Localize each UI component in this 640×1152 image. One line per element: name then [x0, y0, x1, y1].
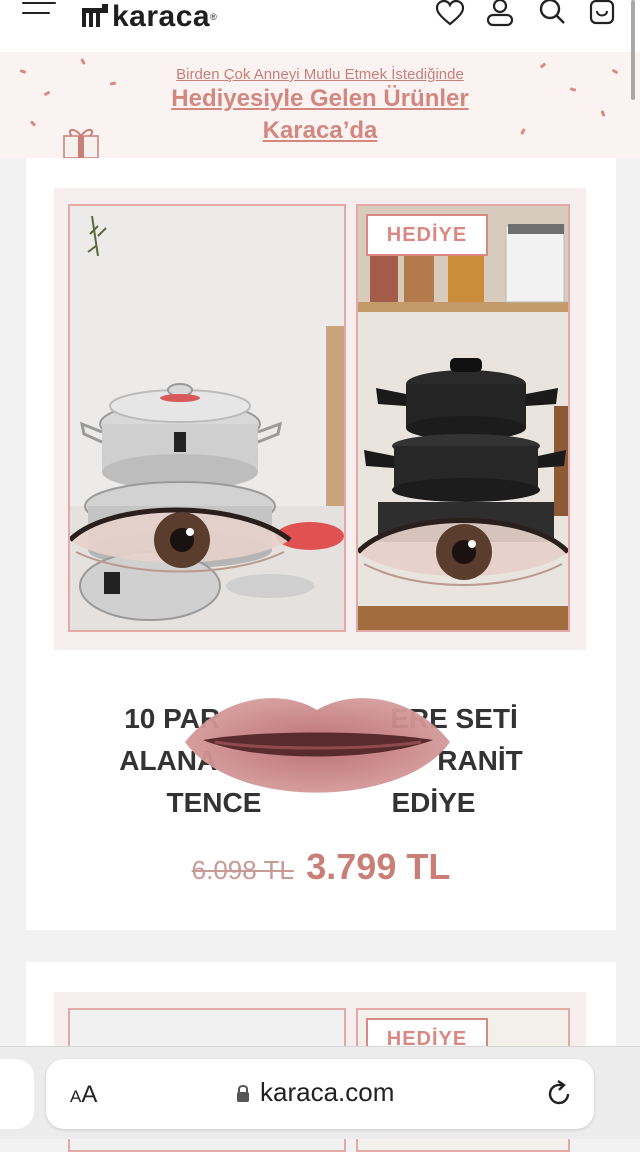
banner-subtitle: Birden Çok Anneyi Mutlu Etmek İstediğind… — [176, 66, 464, 83]
old-price: 6.098 TL — [191, 855, 294, 885]
product-image[interactable]: HEDİYE — [54, 188, 586, 650]
mothers-day-banner[interactable]: Birden Çok Anneyi Mutlu Etmek İstediğind… — [0, 52, 640, 158]
heart-icon[interactable] — [434, 0, 466, 28]
user-icon[interactable] — [484, 0, 516, 28]
search-icon[interactable] — [536, 0, 568, 28]
url-text: karaca.com — [260, 1077, 395, 1107]
page-scrollbar[interactable] — [631, 0, 635, 100]
bag-icon[interactable] — [586, 0, 618, 28]
url-display[interactable]: karaca.com — [236, 1077, 394, 1108]
logo-mark-icon — [82, 4, 108, 27]
gift-badge: HEDİYE — [366, 214, 488, 256]
reader-settings-button[interactable]: AA — [70, 1081, 97, 1109]
site-header: karaca ® — [0, 0, 640, 52]
reload-icon[interactable] — [544, 1079, 574, 1109]
lips-overlay-image — [185, 698, 450, 793]
new-price: 3.799 TL — [306, 846, 451, 887]
cookware-set-photo — [68, 204, 346, 632]
lock-icon — [237, 1084, 249, 1102]
browser-toolbar: AA karaca.com — [0, 1046, 640, 1139]
gift-box-icon — [63, 129, 99, 158]
address-bar[interactable]: AA karaca.com — [46, 1059, 594, 1129]
hamburger-icon[interactable] — [22, 2, 56, 24]
brand-name: karaca — [112, 0, 211, 33]
banner-title-line1: Hediyesiyle Gelen Ürünler — [171, 85, 469, 112]
granite-pot-photo: HEDİYE — [356, 204, 570, 632]
karaca-logo[interactable]: karaca ® — [80, 0, 217, 34]
price-row: 6.098 TL 3.799 TL — [26, 846, 616, 888]
brand-registered-mark: ® — [210, 12, 217, 22]
previous-tab-pill[interactable] — [0, 1059, 34, 1129]
